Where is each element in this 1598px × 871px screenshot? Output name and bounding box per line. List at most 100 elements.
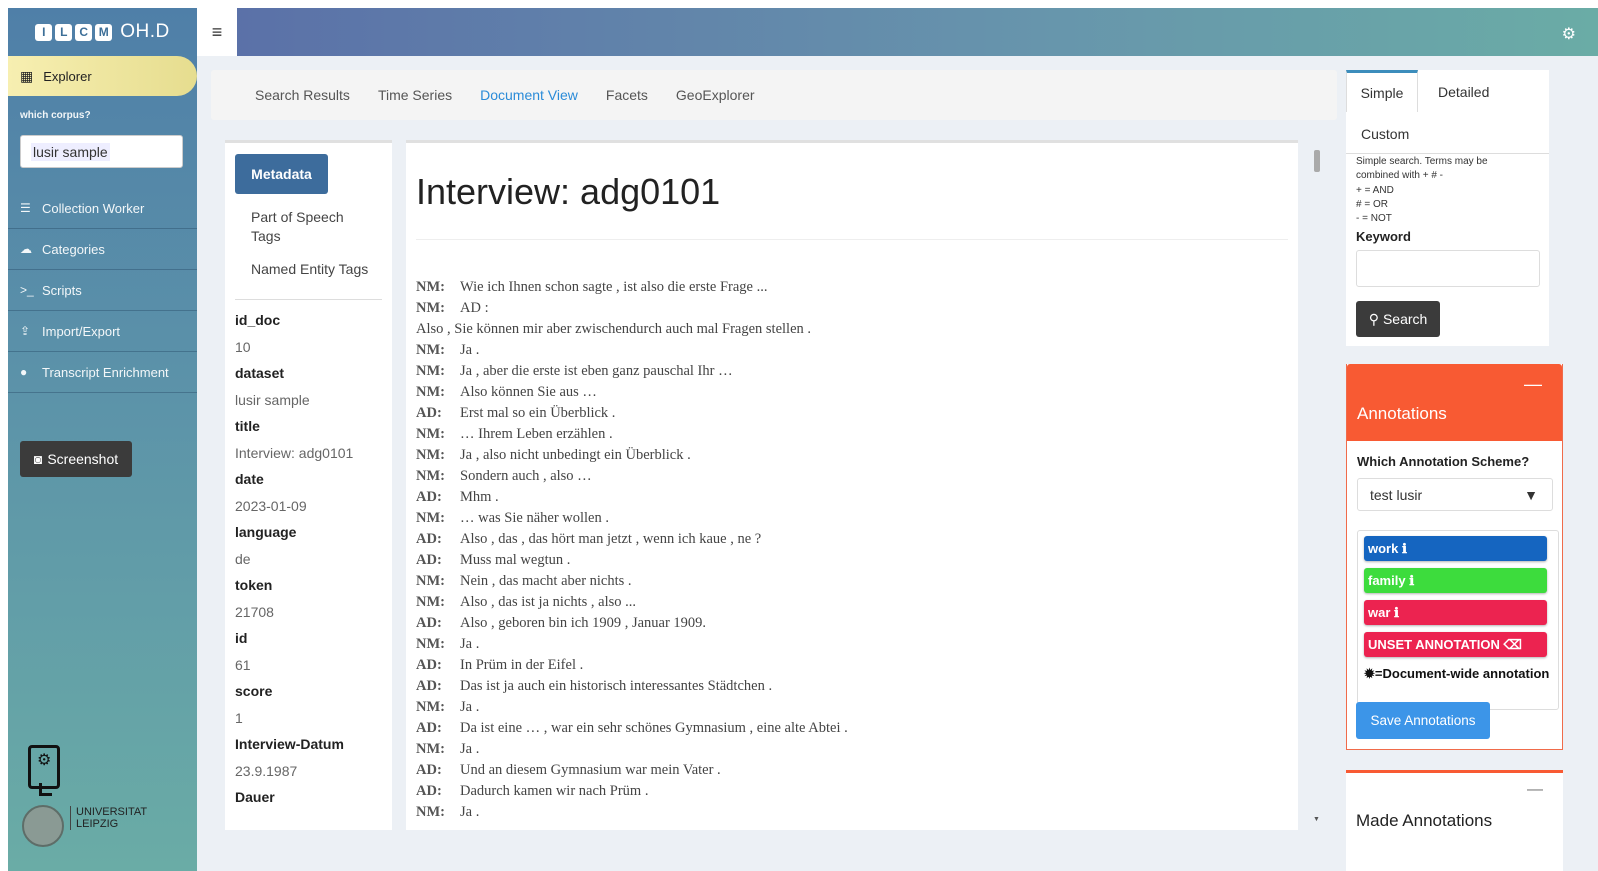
metadata-value: 10 <box>235 339 251 355</box>
utterance[interactable]: NM: Also können Sie aus … <box>416 382 1298 403</box>
database-icon: ☰ <box>20 201 31 215</box>
utterance[interactable]: NM: AD : <box>416 298 1298 319</box>
document-wide-text: =Document-wide annotation <box>1374 666 1550 681</box>
app-logo[interactable]: I L C M OH.D <box>8 8 197 56</box>
metadata-key: score <box>235 683 273 699</box>
utterance[interactable]: NM: Ja . <box>416 739 1298 760</box>
metadata-value: Interview: adg0101 <box>235 445 354 461</box>
tab-custom[interactable]: Custom <box>1361 126 1409 142</box>
tab-search-results[interactable]: Search Results <box>255 87 350 103</box>
utterance[interactable]: AD: Mhm . <box>416 487 1298 508</box>
utterance[interactable]: NM: Ja , aber die erste ist eben ganz pau… <box>416 361 1298 382</box>
logo-text: OH.D <box>120 21 170 42</box>
sidebar-item-import-export[interactable]: ⇪ Import/Export <box>8 311 197 352</box>
utterance[interactable]: AD: Dadurch kamen wir nach Prüm . <box>416 781 1298 802</box>
search-button[interactable]: ⚲ Search <box>1356 301 1440 338</box>
sidebar-item-transcript-enrichment[interactable]: ● Transcript Enrichment <box>8 352 197 393</box>
sidebar-item-categories[interactable]: ☁ Categories <box>8 229 197 270</box>
utterance[interactable]: NM: Nein , das macht aber nichts . <box>416 571 1298 592</box>
info-icon[interactable]: ℹ <box>1409 573 1414 589</box>
utterance-text: Also , Sie können mir aber zwischendurch… <box>416 321 812 337</box>
speaker-label: NM: <box>416 804 445 820</box>
named-entity-tags-link[interactable]: Named Entity Tags <box>251 260 371 279</box>
utterance[interactable]: AD: Muss mal wegtun . <box>416 550 1298 571</box>
utterance[interactable]: NM: … Ihrem Leben erzählen . <box>416 424 1298 445</box>
annotation-work-button[interactable]: work ℹ <box>1364 536 1547 561</box>
tab-facets[interactable]: Facets <box>606 87 648 103</box>
utterance[interactable]: AD: Also , geboren bin ich 1909 , Januar … <box>416 613 1298 634</box>
utterance[interactable]: AD: Erst mal so ein Überblick . <box>416 403 1298 424</box>
speaker-label: AD: <box>416 615 442 631</box>
speaker-label: NM: <box>416 426 445 442</box>
utterance-text: … Ihrem Leben erzählen . <box>460 426 613 442</box>
utterance-text: Ja , also nicht unbedingt ein Überblick … <box>460 447 691 463</box>
search-icon: ⚲ <box>1368 310 1379 327</box>
utterance[interactable]: Also , Sie können mir aber zwischendurch… <box>416 319 1298 340</box>
metadata-button[interactable]: Metadata <box>235 154 328 194</box>
menu-toggle-icon[interactable]: ≡ <box>197 8 237 56</box>
tab-geoexplorer[interactable]: GeoExplorer <box>676 87 755 103</box>
scrollbar-thumb[interactable] <box>1314 150 1320 172</box>
speaker-label: NM: <box>416 363 445 379</box>
utterance[interactable]: AD: Da ist eine … , war ein sehr schönes … <box>416 718 1298 739</box>
utterance-text: Muss mal wegtun . <box>460 552 571 568</box>
sidebar-item-label: Collection Worker <box>42 200 145 216</box>
speaker-label: NM: <box>416 594 445 610</box>
annotation-war-button[interactable]: war ℹ <box>1364 600 1547 625</box>
speaker-label: NM: <box>416 741 445 757</box>
utterance-text: Sondern auch , also … <box>460 468 592 484</box>
speaker-label: AD: <box>416 405 442 421</box>
certificate-icon: ⚙ <box>28 745 60 796</box>
gear-icon: ✹ <box>1364 666 1375 681</box>
sidebar-item-label: Transcript Enrichment <box>42 364 169 380</box>
tab-document-view[interactable]: Document View <box>480 87 578 103</box>
university-name: UNIVERSITAT LEIPZIG <box>70 806 147 830</box>
document-scrollbar[interactable]: ▼ <box>1313 148 1321 823</box>
utterance[interactable]: AD: Und an diesem Gymnasium war mein Vate… <box>416 760 1298 781</box>
unset-annotation-button[interactable]: UNSET ANNOTATION ⌫ <box>1364 632 1547 657</box>
speaker-label: AD: <box>416 783 442 799</box>
save-annotations-button[interactable]: Save Annotations <box>1356 702 1490 739</box>
gear-icon[interactable]: ⚙ <box>1562 24 1576 44</box>
minimize-icon[interactable]: — <box>1524 374 1542 395</box>
utterance-text: Erst mal so ein Überblick . <box>460 405 616 421</box>
utterance[interactable]: NM: Sondern auch , also … <box>416 466 1298 487</box>
metadata-value: 61 <box>235 657 251 673</box>
info-icon[interactable]: ℹ <box>1394 605 1399 621</box>
utterance[interactable]: NM: Wie ich Ihnen schon sagte , ist also … <box>416 277 1298 298</box>
utterance[interactable]: NM: Also , das ist ja nichts , also ... <box>416 592 1298 613</box>
scheme-select[interactable]: test lusir ▼ <box>1357 478 1553 511</box>
corpus-select[interactable]: lusir sample <box>20 135 183 168</box>
pos-tags-link[interactable]: Part of Speech Tags <box>251 208 371 246</box>
tab-simple[interactable]: Simple <box>1346 70 1418 112</box>
tab-detailed[interactable]: Detailed <box>1438 84 1489 100</box>
annotations-title: Annotations <box>1357 404 1447 423</box>
tab-time-series[interactable]: Time Series <box>378 87 452 103</box>
utterance[interactable]: AD: Das ist ja auch ein historisch intere… <box>416 676 1298 697</box>
sidebar-item-scripts[interactable]: >_ Scripts <box>8 270 197 311</box>
scheme-value: test lusir <box>1370 486 1423 503</box>
sidebar-item-collection-worker[interactable]: ☰ Collection Worker <box>8 188 197 229</box>
utterance[interactable]: NM: Ja . <box>416 340 1298 361</box>
utterance[interactable]: NM: … was Sie näher wollen . <box>416 508 1298 529</box>
annotation-family-button[interactable]: family ℹ <box>1364 568 1547 593</box>
divider <box>235 299 382 300</box>
info-icon[interactable]: ℹ <box>1402 541 1407 557</box>
top-bar: ≡ ⚙ <box>197 8 1598 56</box>
minimize-icon[interactable]: — <box>1527 781 1543 799</box>
utterance[interactable]: NM: Ja . <box>416 802 1298 823</box>
sidebar-item-explorer[interactable]: ▦ Explorer <box>8 56 197 96</box>
utterance[interactable]: AD: In Prüm in der Eifel . <box>416 655 1298 676</box>
screenshot-button[interactable]: ◙ Screenshot <box>20 441 132 477</box>
utterance-text: Das ist ja auch ein historisch interessa… <box>460 678 773 694</box>
utterance[interactable]: NM: Ja . <box>416 697 1298 718</box>
utterance[interactable]: NM: Ja . <box>416 634 1298 655</box>
keyword-input[interactable] <box>1356 250 1540 288</box>
utterance[interactable]: AD: Also , das , das hört man jetzt , wen… <box>416 529 1298 550</box>
corpus-label: which corpus? <box>20 110 91 121</box>
speaker-label: AD: <box>416 762 442 778</box>
document-wide-note: ✹=Document-wide annotation <box>1364 664 1553 683</box>
scroll-down-icon[interactable]: ▼ <box>1313 816 1320 823</box>
utterance[interactable]: NM: Ja , also nicht unbedingt ein Überbli… <box>416 445 1298 466</box>
caret-down-icon: ▼ <box>1524 486 1538 503</box>
